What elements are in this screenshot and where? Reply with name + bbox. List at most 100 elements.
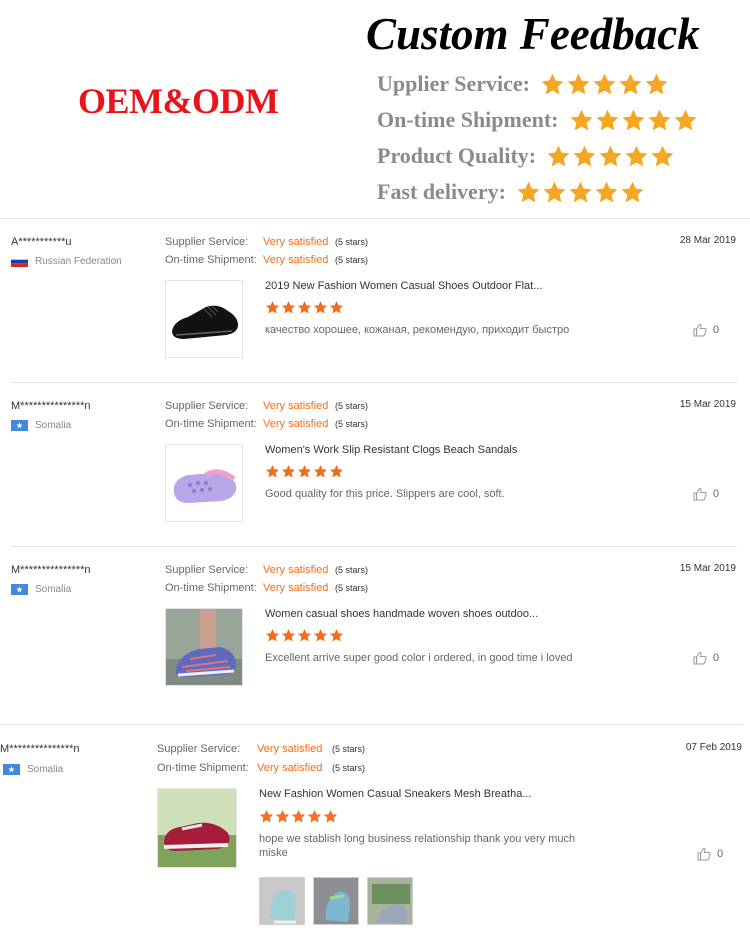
rating-line-delivery: Fast delivery: <box>377 177 645 207</box>
shipment-rating: On-time Shipment: Very satisfied (5 star… <box>157 762 365 774</box>
review-date: 15 Mar 2019 <box>679 563 736 574</box>
reviewer-name: M***************n <box>11 564 91 576</box>
review-comment: Good quality for this price. Slippers ar… <box>265 488 505 500</box>
star-icon <box>329 628 344 642</box>
star-icon <box>307 809 322 823</box>
purple-clog-image <box>166 445 242 521</box>
star-icon <box>651 145 674 166</box>
review-card: A***********u Russian Federation Supplie… <box>0 219 750 383</box>
star-rating <box>546 144 675 169</box>
review-card: M***************n Somalia Supplier Servi… <box>0 725 750 950</box>
rating-line-shipment: On-time Shipment: <box>377 105 698 135</box>
meta-key: Supplier Service: <box>165 400 249 412</box>
rating-label: Upplier Service: <box>377 71 530 96</box>
star-icon <box>297 628 312 642</box>
star-icon <box>567 73 590 94</box>
meta-value: Very satisfied <box>263 254 329 266</box>
star-icon <box>275 809 290 823</box>
rating-line-supplier: Upplier Service: <box>377 69 669 99</box>
like-count: 0 <box>713 652 720 664</box>
red-sneaker-image <box>158 789 236 867</box>
star-icon <box>313 628 328 642</box>
meta-stars: (5 stars) <box>335 565 369 575</box>
star-icon <box>291 809 306 823</box>
like-button[interactable]: 0 <box>697 847 723 861</box>
star-icon <box>323 809 338 823</box>
somalia-flag-icon <box>3 764 20 775</box>
review-comment: hope we stablish long business relations… <box>259 833 576 859</box>
somalia-flag-icon <box>11 584 28 595</box>
thumbs-up-icon <box>693 651 707 665</box>
like-count: 0 <box>713 488 720 500</box>
meta-stars: (5 stars) <box>335 237 369 247</box>
review-photo[interactable] <box>259 877 305 925</box>
product-title[interactable]: Women casual shoes handmade woven shoes … <box>265 608 538 620</box>
thumbs-up-icon <box>693 323 707 337</box>
star-icon <box>265 628 280 642</box>
banner-title: Custom Feedback <box>366 9 700 59</box>
star-icon <box>645 73 668 94</box>
star-rating <box>569 108 698 133</box>
reviewer-name: M***************n <box>11 400 91 412</box>
product-thumbnail[interactable] <box>165 444 243 522</box>
star-icon <box>297 300 312 314</box>
woven-shoe-image <box>166 609 242 685</box>
sneaker-photo-image <box>368 878 412 924</box>
star-icon <box>593 73 616 94</box>
reviewer-country: Somalia <box>3 764 63 775</box>
meta-value: Very satisfied <box>263 236 329 248</box>
meta-key: Supplier Service: <box>165 564 249 576</box>
review-card: M***************n Somalia Supplier Servi… <box>0 547 750 725</box>
country-name: Somalia <box>35 584 72 595</box>
star-icon <box>329 300 344 314</box>
meta-stars: (5 stars) <box>332 763 366 773</box>
star-icon <box>517 181 540 202</box>
like-button[interactable]: 0 <box>693 487 719 501</box>
supplier-service-rating: Supplier Service: Very satisfied (5 star… <box>165 236 368 248</box>
star-icon <box>648 109 670 130</box>
product-star-rating <box>259 809 338 824</box>
star-icon <box>625 145 648 166</box>
like-count: 0 <box>713 324 720 336</box>
sneaker-photo-image <box>260 878 304 924</box>
reviewer-country: Somalia <box>11 584 71 595</box>
country-name: Somalia <box>35 420 72 431</box>
somalia-flag-icon <box>11 420 28 431</box>
like-button[interactable]: 0 <box>693 323 719 337</box>
star-icon <box>621 181 644 202</box>
meta-value: Very satisfied <box>257 762 323 774</box>
star-rating <box>516 180 645 205</box>
star-icon <box>543 181 566 202</box>
product-title[interactable]: Women's Work Slip Resistant Clogs Beach … <box>265 444 517 456</box>
meta-key: On-time Shipment: <box>165 418 257 430</box>
meta-value: Very satisfied <box>263 582 329 594</box>
product-thumbnail[interactable] <box>165 608 243 686</box>
reviewer-country: Russian Federation <box>11 256 122 267</box>
meta-key: Supplier Service: <box>165 236 249 248</box>
like-count: 0 <box>717 848 724 860</box>
product-star-rating <box>265 628 344 643</box>
product-star-rating <box>265 464 344 479</box>
like-button[interactable]: 0 <box>693 651 719 665</box>
review-photo[interactable] <box>313 877 359 925</box>
star-icon <box>674 109 696 130</box>
meta-stars: (5 stars) <box>332 744 366 754</box>
shipment-rating: On-time Shipment: Very satisfied (5 star… <box>165 254 368 266</box>
review-photo[interactable] <box>367 877 413 925</box>
product-thumbnail[interactable] <box>157 788 237 868</box>
product-thumbnail[interactable] <box>165 280 243 358</box>
meta-key: On-time Shipment: <box>165 254 257 266</box>
reviewer-country: Somalia <box>11 420 71 431</box>
meta-stars: (5 stars) <box>335 583 369 593</box>
product-title[interactable]: 2019 New Fashion Women Casual Shoes Outd… <box>265 280 542 292</box>
thumbs-up-icon <box>697 847 711 861</box>
star-icon <box>622 109 644 130</box>
review-comment: качество хорошее, кожаная, рекомендую, п… <box>265 324 570 336</box>
star-icon <box>265 464 280 478</box>
meta-key: On-time Shipment: <box>165 582 257 594</box>
meta-key: Supplier Service: <box>157 743 241 755</box>
product-title[interactable]: New Fashion Women Casual Sneakers Mesh B… <box>259 788 531 800</box>
review-date: 28 Mar 2019 <box>679 235 736 246</box>
rating-label: On-time Shipment: <box>377 107 559 132</box>
star-icon <box>281 628 296 642</box>
